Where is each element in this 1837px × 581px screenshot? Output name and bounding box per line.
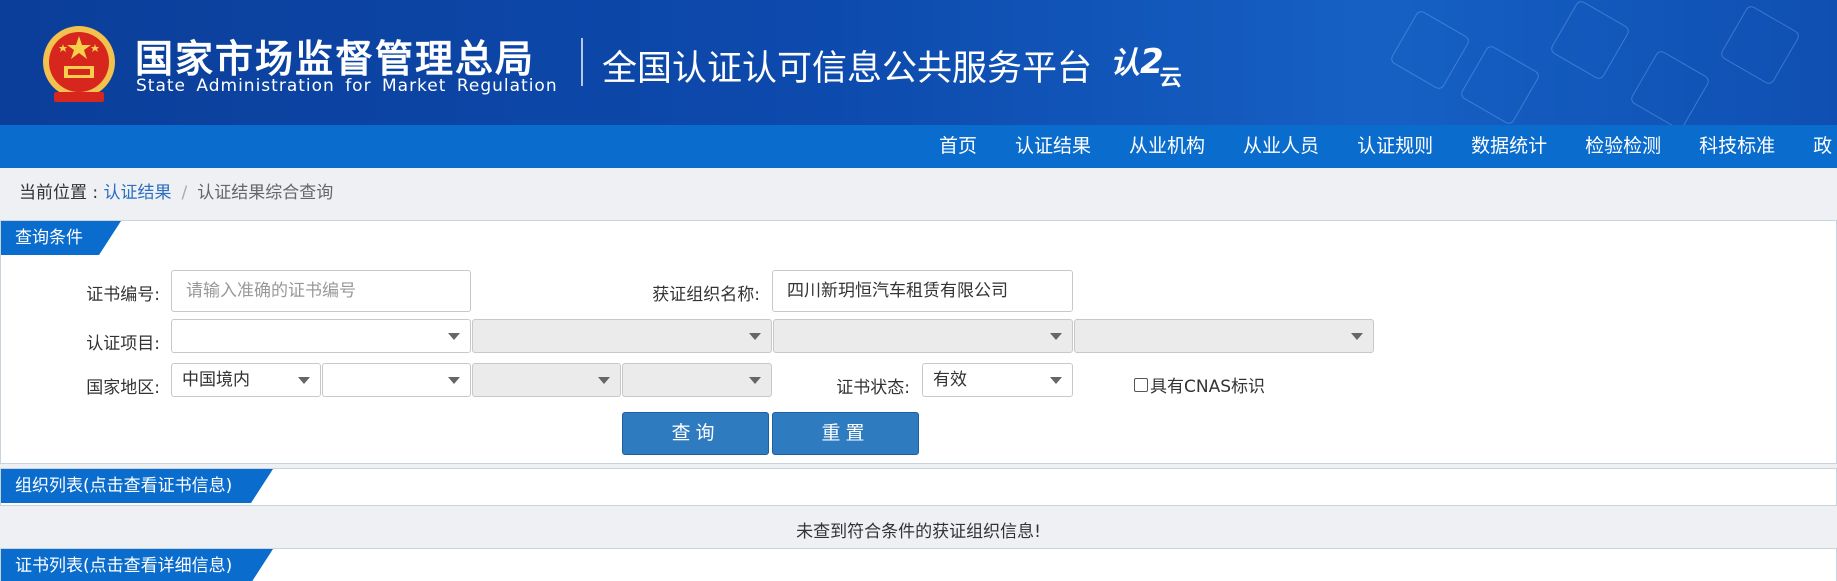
- project-select-4[interactable]: [1074, 319, 1374, 353]
- reset-button[interactable]: 重置: [772, 412, 919, 455]
- cert-no-label: 证书编号:: [86, 285, 160, 305]
- org-name-input[interactable]: 四川新玥恒汽车租赁有限公司: [772, 270, 1073, 312]
- region-select-city[interactable]: [472, 363, 621, 397]
- region-label: 国家地区:: [86, 378, 160, 398]
- chevron-down-icon: [1351, 333, 1363, 340]
- region-select-value: 中国境内: [182, 370, 250, 390]
- breadcrumb-prefix: 当前位置 :: [19, 183, 104, 203]
- org-name-label: 获证组织名称:: [652, 285, 760, 305]
- cert-no-input[interactable]: [171, 270, 471, 312]
- status-select[interactable]: 有效: [922, 363, 1073, 397]
- org-list-tab[interactable]: 组织列表(点击查看证书信息): [1, 469, 273, 503]
- status-label: 证书状态:: [836, 378, 910, 398]
- national-emblem-icon: [43, 26, 115, 102]
- nav-item-personnel[interactable]: 从业人员: [1224, 125, 1338, 168]
- nav-item-cert-rules[interactable]: 认证规则: [1338, 125, 1452, 168]
- chevron-down-icon: [749, 377, 761, 384]
- chevron-down-icon: [749, 333, 761, 340]
- platform-title: 全国认证认可信息公共服务平台: [602, 49, 1093, 89]
- chevron-down-icon: [448, 333, 460, 340]
- cloud-logo-sub: 云: [1159, 66, 1182, 91]
- region-select-province[interactable]: [322, 363, 471, 397]
- cert-list-tab[interactable]: 证书列表(点击查看详细信息): [1, 549, 273, 581]
- project-select-3[interactable]: [773, 319, 1073, 353]
- cnas-option[interactable]: 具有CNAS标识: [1134, 372, 1265, 397]
- nav-item-statistics[interactable]: 数据统计: [1452, 125, 1566, 168]
- decor-hex: [1549, 0, 1631, 81]
- nav-item-cert-results[interactable]: 认证结果: [996, 125, 1110, 168]
- org-list-panel: 组织列表(点击查看证书信息): [0, 468, 1837, 506]
- breadcrumb: 当前位置 : 认证结果 / 认证结果综合查询: [19, 178, 333, 203]
- nav-item-institutions[interactable]: 从业机构: [1110, 125, 1224, 168]
- project-select-1[interactable]: [171, 319, 471, 353]
- chevron-down-icon: [298, 377, 310, 384]
- region-select-country[interactable]: 中国境内: [171, 363, 321, 397]
- status-select-value: 有效: [933, 370, 967, 390]
- nav-item-home[interactable]: 首页: [920, 125, 996, 168]
- agency-name-en: State Administration for Market Regulati…: [136, 76, 558, 96]
- org-empty-message: 未查到符合条件的获证组织信息!: [796, 522, 1041, 542]
- chevron-down-icon: [1050, 333, 1062, 340]
- main-navbar: 首页 认证结果 从业机构 从业人员 认证规则 数据统计 检验检测 科技标准 政: [0, 125, 1837, 168]
- header-banner: 国家市场监督管理总局 State Administration for Mark…: [0, 0, 1837, 125]
- breadcrumb-separator: /: [181, 183, 188, 203]
- search-button[interactable]: 查询: [622, 412, 769, 455]
- decor-hex: [1629, 49, 1711, 125]
- project-label: 认证项目:: [86, 334, 160, 354]
- decor-hex: [1459, 44, 1541, 125]
- nav-item-inspection[interactable]: 检验检测: [1566, 125, 1680, 168]
- header-divider: [581, 38, 583, 86]
- decor-hex: [1719, 4, 1801, 86]
- agency-name-cn: 国家市场监督管理总局: [135, 37, 536, 81]
- cloud-logo-main: 认: [1110, 46, 1140, 81]
- decor-hex: [1389, 9, 1471, 91]
- region-select-district[interactable]: [622, 363, 772, 397]
- breadcrumb-current: 认证结果综合查询: [197, 183, 334, 203]
- query-panel-tab: 查询条件: [1, 221, 121, 255]
- breadcrumb-link[interactable]: 认证结果: [104, 183, 172, 203]
- chevron-down-icon: [448, 377, 460, 384]
- nav-item-policy[interactable]: 政: [1794, 125, 1837, 168]
- nav-item-tech-standards[interactable]: 科技标准: [1680, 125, 1794, 168]
- project-select-2[interactable]: [472, 319, 772, 353]
- cnas-label: 具有CNAS标识: [1150, 377, 1266, 397]
- cnas-checkbox[interactable]: [1134, 377, 1148, 392]
- chevron-down-icon: [1050, 377, 1062, 384]
- cert-list-panel: 证书列表(点击查看详细信息): [0, 548, 1837, 581]
- cloud-logo[interactable]: 认2云: [1110, 38, 1182, 91]
- chevron-down-icon: [598, 377, 610, 384]
